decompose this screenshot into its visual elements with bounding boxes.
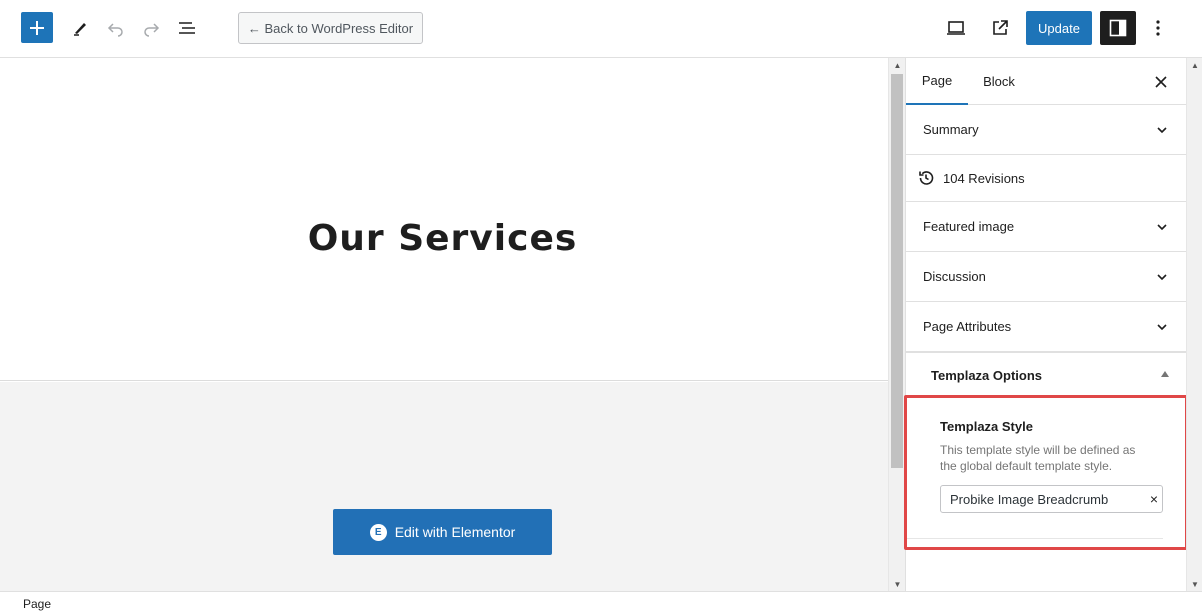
tools-button[interactable] [68, 16, 92, 40]
sidebar-tabs: Page Block [906, 58, 1187, 105]
back-to-wordpress-editor-button[interactable]: ← Back to WordPress Editor [238, 12, 423, 44]
page-heading[interactable]: Our Services [0, 218, 885, 259]
footer-breadcrumb[interactable]: Page [23, 597, 51, 611]
editor-footer: Page [0, 591, 1202, 615]
pencil-icon [74, 23, 86, 36]
panel-page-attributes-label: Page Attributes [923, 319, 1012, 334]
undo-icon [107, 23, 123, 37]
edit-with-elementor-button[interactable]: E Edit with Elementor [333, 509, 552, 555]
panel-discussion[interactable]: Discussion [906, 252, 1187, 302]
options-button[interactable] [1146, 16, 1170, 40]
redo-button[interactable] [139, 16, 163, 40]
edit-with-elementor-label: Edit with Elementor [394, 524, 516, 540]
hero-section[interactable]: Our Services [0, 58, 888, 381]
preview-button[interactable] [944, 16, 968, 40]
panel-summary-label: Summary [923, 122, 979, 137]
elementor-section: E Edit with Elementor [0, 382, 888, 591]
clear-selection-button[interactable]: × [1150, 491, 1158, 507]
templaza-options-label: Templaza Options [931, 368, 1042, 383]
divider [906, 538, 1163, 539]
tab-page[interactable]: Page [906, 58, 968, 105]
laptop-icon [947, 21, 965, 35]
templaza-style-description: This template style will be defined as t… [940, 443, 1136, 473]
templaza-style-select[interactable]: Probike Image Breadcrumb × [940, 485, 1163, 513]
scroll-down-arrow-icon[interactable]: ▼ [889, 577, 906, 591]
settings-sidebar: Page Block Summary 104 Revisions Feature… [905, 58, 1187, 591]
editor-canvas[interactable]: Our Services E Edit with Elementor [0, 58, 888, 591]
close-sidebar-button[interactable] [1149, 70, 1173, 94]
panel-summary[interactable]: Summary [906, 105, 1187, 155]
panel-revisions-label: 104 Revisions [943, 170, 1025, 186]
panel-featured-image-label: Featured image [923, 219, 1015, 234]
templaza-style-title: Templaza Style [940, 419, 1033, 434]
scrollbar-thumb[interactable] [891, 74, 903, 468]
scroll-up-arrow-icon[interactable]: ▲ [889, 58, 906, 72]
settings-toggle-button[interactable] [1100, 11, 1136, 45]
history-icon [919, 171, 934, 185]
chevron-down-icon [1157, 323, 1167, 330]
editor-toolbar: ← Back to WordPress Editor Update [0, 0, 1202, 58]
elementor-logo-icon: E [369, 523, 387, 541]
close-icon [1155, 76, 1167, 88]
triangle-up-icon [1161, 371, 1169, 377]
sidebar-toggle-icon [1109, 19, 1127, 37]
chevron-down-icon [1157, 223, 1167, 230]
panel-page-attributes[interactable]: Page Attributes [906, 302, 1187, 352]
plus-icon [30, 20, 44, 35]
list-view-button[interactable] [175, 16, 199, 40]
redo-icon [144, 23, 160, 37]
scroll-up-arrow-icon[interactable]: ▲ [1187, 58, 1202, 72]
panel-revisions[interactable]: 104 Revisions [906, 155, 1187, 202]
external-link-icon [993, 20, 1008, 35]
undo-button[interactable] [104, 16, 128, 40]
chevron-down-icon [1157, 126, 1167, 133]
add-block-button[interactable] [21, 12, 53, 43]
view-page-button[interactable] [988, 16, 1012, 40]
canvas-scrollbar[interactable]: ▲ ▼ [888, 58, 905, 591]
more-vertical-icon [1156, 20, 1160, 36]
list-view-icon [179, 22, 195, 34]
sidebar-scrollbar[interactable]: ▲ ▼ [1186, 58, 1202, 591]
panel-discussion-label: Discussion [923, 269, 986, 284]
templaza-style-panel: Templaza Style This template style will … [906, 398, 1187, 539]
chevron-down-icon [1157, 273, 1167, 280]
update-button[interactable]: Update [1026, 11, 1092, 45]
templaza-options-toggle[interactable]: Templaza Options [906, 352, 1187, 398]
scroll-down-arrow-icon[interactable]: ▼ [1187, 577, 1202, 591]
tab-block[interactable]: Block [968, 58, 1030, 105]
templaza-style-selected-value: Probike Image Breadcrumb [950, 491, 1109, 507]
panel-featured-image[interactable]: Featured image [906, 202, 1187, 252]
